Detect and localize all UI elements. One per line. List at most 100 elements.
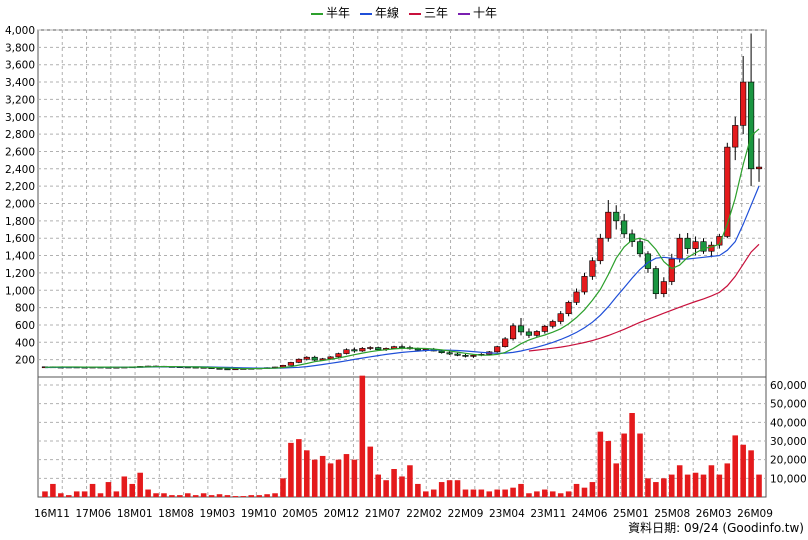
volume-bar <box>629 413 635 497</box>
candle-body <box>335 353 342 358</box>
volume-bar <box>407 465 413 497</box>
price-tick-label: 3,600 <box>5 60 35 72</box>
volume-bar <box>240 496 247 497</box>
volume-bar <box>391 469 397 497</box>
x-tick-label: 24M06 <box>572 508 608 520</box>
volume-bar <box>129 483 136 497</box>
candle-body <box>462 355 469 357</box>
volume-bar <box>518 483 524 497</box>
price-tick-label: 4,000 <box>5 25 35 37</box>
candle-body <box>398 346 406 348</box>
volume-bar <box>367 446 374 497</box>
x-tick-label: 18M01 <box>117 508 153 520</box>
candle-body <box>509 325 517 340</box>
volume-bar <box>573 483 580 497</box>
volume-bar <box>232 496 239 497</box>
volume-bar <box>430 489 437 497</box>
volume-tick-label: 60,000 <box>770 380 807 392</box>
candle-body <box>755 166 763 170</box>
price-tick-label: 3,000 <box>5 112 35 124</box>
candle-body <box>668 258 675 282</box>
volume-bar <box>399 476 405 497</box>
volume-bar <box>597 431 604 497</box>
volume-bar <box>161 493 167 497</box>
volume-bar <box>113 491 120 497</box>
volume-bar <box>343 454 350 497</box>
candle-body <box>676 237 683 260</box>
x-tick-label: 17M06 <box>75 508 111 520</box>
candle-body <box>414 348 421 351</box>
volume-bar <box>486 491 493 497</box>
candle-body <box>621 220 628 235</box>
volume-bar <box>470 489 477 497</box>
candle-body <box>660 281 667 295</box>
candle-body <box>533 331 540 336</box>
x-tick-label: 23M04 <box>489 508 525 520</box>
chart-container: 半年 年線 三年 十年 200 400 600 800 1,000 1,200 1,400 1,60… <box>0 0 808 540</box>
volume-bar <box>327 463 334 497</box>
candle-body <box>557 313 564 322</box>
candle-body <box>295 358 302 363</box>
volume-tick-label: 50,000 <box>770 399 807 411</box>
price-tick-label: 400 <box>15 337 35 349</box>
price-tick-label: 2,600 <box>5 146 35 158</box>
volume-bar <box>542 489 548 497</box>
volume-bar <box>335 459 342 497</box>
x-tick-label: 22M02 <box>406 508 442 520</box>
x-tick-label: 20M05 <box>282 508 318 520</box>
candle-body <box>446 352 453 355</box>
candle-body <box>652 268 659 295</box>
volume-bar <box>676 465 683 497</box>
volume-bar <box>121 476 128 497</box>
candle-body <box>573 291 580 303</box>
candle-body <box>494 346 501 353</box>
volume-bar <box>494 489 500 497</box>
volume-bar <box>589 482 596 497</box>
volume-bar <box>446 480 453 497</box>
candle-body <box>390 346 398 349</box>
candle-body <box>343 349 350 354</box>
volume-bar <box>351 459 358 497</box>
volume-bar <box>185 493 191 497</box>
price-tick-label: 200 <box>15 355 35 367</box>
candle-body <box>303 356 310 360</box>
volume-bar <box>177 495 183 497</box>
volume-bar <box>42 491 48 497</box>
price-tick-label: 800 <box>15 303 35 315</box>
volume-bar <box>549 491 556 497</box>
volume-bar <box>502 489 508 497</box>
volume-tick-label: 30,000 <box>770 436 807 448</box>
x-tick-label: 19M10 <box>241 508 277 520</box>
x-tick-label: 21M07 <box>365 508 401 520</box>
volume-bar <box>605 441 612 497</box>
volume-bar <box>423 491 429 497</box>
candle-body <box>692 241 699 249</box>
price-tick-label: 3,400 <box>5 77 35 89</box>
volume-tick-label: 10,000 <box>770 473 807 485</box>
x-tick-label: 23M11 <box>530 508 566 520</box>
volume-bar <box>304 450 310 497</box>
volume-bar <box>732 435 739 497</box>
volume-bar <box>510 487 516 497</box>
x-tick-label: 20M12 <box>324 508 360 520</box>
candle-body <box>438 350 445 354</box>
candle-body <box>351 349 358 352</box>
price-tick-label: 3,200 <box>5 94 35 106</box>
candle-body <box>359 348 366 352</box>
candle-body <box>581 276 588 293</box>
volume-bar <box>296 439 302 497</box>
candle-body <box>565 302 572 314</box>
volume-bar <box>359 375 366 497</box>
candle-body <box>597 237 604 262</box>
volume-bar <box>748 450 754 497</box>
volume-bar <box>653 482 659 497</box>
candle-body <box>454 353 461 356</box>
volume-bar <box>208 495 215 497</box>
volume-bar <box>708 465 715 497</box>
volume-bar <box>192 495 199 497</box>
candle-body <box>589 260 596 277</box>
volume-tick-label: 40,000 <box>770 417 807 429</box>
candle-body <box>375 347 382 350</box>
candle-body <box>311 356 318 361</box>
volume-bar <box>97 493 104 497</box>
